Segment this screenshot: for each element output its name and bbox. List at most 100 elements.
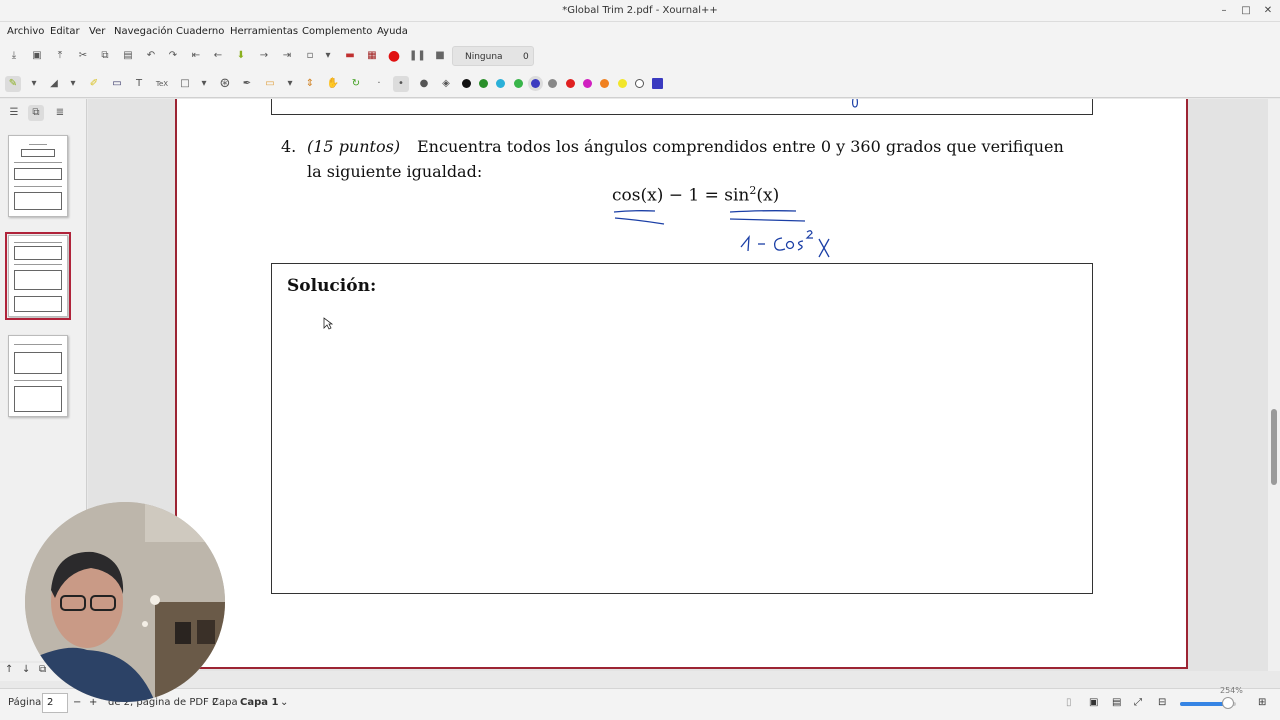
zoom-level: 254% [1220,686,1243,695]
layer-selector[interactable]: Ninguna 0 [452,46,534,66]
layer-value[interactable]: Capa 1 [240,697,278,708]
maximize-button[interactable]: □ [1235,3,1257,19]
presentation-icon[interactable]: ▦ [364,48,380,64]
layer-dropdown-icon[interactable]: ⌄ [280,697,288,708]
eraser-icon[interactable]: ◢ [46,76,62,92]
menu-cuaderno[interactable]: Cuaderno [176,26,224,37]
dot-size-large-icon[interactable]: ● [416,76,432,92]
vertical-space-icon[interactable]: ⇕ [302,76,318,92]
zoom-slider-knob[interactable] [1221,697,1234,709]
copy-icon[interactable]: ⧉ [97,48,113,64]
new-document-icon[interactable]: ▣ [29,48,45,64]
page-up-icon[interactable]: ↑ [5,664,13,675]
view-continuous-icon[interactable]: ▣ [1089,697,1098,708]
view-horizontal-icon[interactable]: ▤ [1112,697,1121,708]
close-button[interactable]: ✕ [1257,3,1279,19]
vertical-scrollbar[interactable] [1268,99,1280,671]
insert-page-icon[interactable]: ▫ [302,48,318,64]
page-increment-icon[interactable]: + [89,697,97,708]
dot-size-medium-icon[interactable]: • [393,76,409,92]
scrollbar-thumb[interactable] [1271,409,1277,485]
color-green[interactable] [514,79,523,88]
go-first-icon[interactable]: ⇤ [188,48,204,64]
save-icon[interactable]: ⤓ [6,48,22,64]
paste-icon[interactable]: ▤ [120,48,136,64]
fullscreen-icon[interactable]: ⤢ [1134,697,1142,708]
shape-rect-icon[interactable]: □ [177,76,193,92]
layer-count: 0 [523,52,529,62]
pause-icon[interactable]: ❚❚ [409,48,426,64]
refresh-icon[interactable]: ↻ [348,76,364,92]
webcam-overlay [25,502,225,702]
zoom-slider-fill [1180,702,1228,706]
goto-page-icon[interactable]: ⬇ [233,48,249,64]
fill-icon[interactable]: ◈ [438,76,454,92]
image-icon[interactable]: ▭ [109,76,125,92]
page-decrement-icon[interactable]: − [73,697,81,708]
pen-tool-icon[interactable]: ✎ [5,76,21,92]
select-rect-icon[interactable]: ▭ [262,76,278,92]
shape-dropdown-icon[interactable]: ▾ [196,76,212,92]
minimize-button[interactable]: – [1213,3,1235,19]
page-thumbnail-1[interactable] [8,135,68,217]
pen-dropdown-icon[interactable]: ▾ [26,76,42,92]
cut-icon[interactable]: ✂ [75,48,91,64]
highlighter-icon[interactable]: ✐ [86,76,102,92]
menu-navegacion[interactable]: Navegación [114,26,173,37]
menu-editar[interactable]: Editar [50,26,80,37]
undo-icon[interactable]: ↶ [143,48,159,64]
window-title: *Global Trim 2.pdf - Xournal++ [562,5,718,16]
go-back-icon[interactable]: ← [210,48,226,64]
document-page[interactable]: 4. (15 puntos) Encuentra todos los ángul… [175,99,1188,669]
menu-archivo[interactable]: Archivo [7,26,44,37]
page-thumbnail-3[interactable] [8,335,68,417]
color-dark-green[interactable] [479,79,488,88]
color-gray[interactable] [548,79,557,88]
menu-ver[interactable]: Ver [89,26,105,37]
color-black[interactable] [462,79,471,88]
tab-pages-icon[interactable]: ⧉ [28,105,44,121]
color-red[interactable] [566,79,575,88]
menu-bar: Archivo Editar Ver Navegación Cuaderno H… [0,22,1280,42]
menu-ayuda[interactable]: Ayuda [377,26,408,37]
color-orange[interactable] [600,79,609,88]
color-blue[interactable] [531,79,540,88]
color-yellow[interactable] [618,79,627,88]
custom-color-icon[interactable] [652,78,663,89]
page-down-icon[interactable]: ↓ [22,664,30,675]
copy-page-icon[interactable]: ⧉ [39,664,46,675]
eraser-dropdown-icon[interactable]: ▾ [65,76,81,92]
page-thumbnail-2[interactable] [5,232,71,320]
menu-complemento[interactable]: Complemento [302,26,372,37]
latex-icon[interactable]: TeX [154,76,170,92]
compass-icon[interactable]: ✒ [239,76,255,92]
color-white[interactable] [635,79,644,88]
text-tool-icon[interactable]: T [131,76,147,92]
zoom-out-icon[interactable]: ⊟ [1158,697,1166,708]
tab-outline-icon[interactable]: ☰ [6,105,22,121]
color-magenta[interactable] [583,79,592,88]
stop-icon[interactable]: ■ [432,48,448,64]
record-icon[interactable]: ● [386,48,402,64]
ink-stroke-top [852,99,858,108]
status-bar: Página 2 − + de 2, página de PDF 2 Capa … [0,686,1280,720]
hand-icon[interactable]: ✋ [325,76,341,92]
dot-size-small-icon[interactable]: · [371,76,387,92]
view-single-icon[interactable]: ▯ [1066,697,1072,708]
select-dropdown-icon[interactable]: ▾ [282,76,298,92]
open-icon[interactable]: ⤒ [52,48,68,64]
ruler-icon[interactable]: ⊛ [217,76,233,92]
menu-herramientas[interactable]: Herramientas [230,26,298,37]
page-number-input[interactable]: 2 [42,693,68,713]
title-bar: *Global Trim 2.pdf - Xournal++ – □ ✕ [0,0,1280,22]
color-cyan[interactable] [496,79,505,88]
delete-page-icon[interactable]: ▬ [342,48,358,64]
dropdown-icon[interactable]: ▾ [320,48,336,64]
go-forward-icon[interactable]: → [256,48,272,64]
tab-layers-icon[interactable]: ≣ [52,105,68,121]
underline-sin-2 [729,218,806,222]
zoom-in-icon[interactable]: ⊞ [1258,697,1266,708]
go-last-icon[interactable]: ⇥ [279,48,295,64]
redo-icon[interactable]: ↷ [165,48,181,64]
document-canvas[interactable]: 4. (15 puntos) Encuentra todos los ángul… [88,99,1268,671]
